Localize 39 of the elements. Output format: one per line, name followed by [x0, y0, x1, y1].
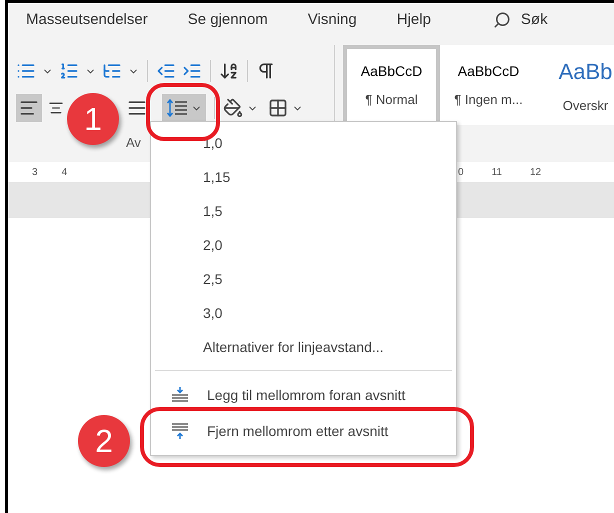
line-spacing-icon: [166, 99, 188, 117]
search-icon[interactable]: [492, 11, 511, 29]
ribbon-tab[interactable]: Masseutsendelser: [26, 8, 148, 32]
style-gallery-item[interactable]: AaBbCcD ¶ Ingen m...: [440, 45, 537, 125]
borders-icon[interactable]: [268, 98, 288, 118]
menu-item[interactable]: Alternativer for linjeavstand...: [151, 330, 456, 364]
menu-item[interactable]: 3,0: [151, 296, 456, 330]
numbered-list-icon[interactable]: [59, 61, 79, 81]
shading-icon[interactable]: [223, 98, 243, 118]
ribbon-tab[interactable]: Se gjennom: [188, 8, 268, 32]
menu-item[interactable]: 2,5: [151, 262, 456, 296]
style-name: ¶ Normal: [365, 90, 418, 109]
line-spacing-button[interactable]: [162, 94, 206, 122]
space-before-icon: [171, 387, 189, 403]
align-icon: [48, 100, 64, 116]
style-name: ¶ Ingen m...: [454, 90, 523, 109]
style-preview: AaBbCcD: [458, 62, 520, 81]
sort-icon[interactable]: [219, 61, 239, 81]
space-after-icon: [171, 423, 189, 439]
step-number-badge: 2: [78, 415, 130, 467]
menu-item[interactable]: Legg til mellomrom foran avsnitt: [151, 377, 456, 413]
ruler-number: 4: [62, 166, 68, 180]
ruler-number: 11: [492, 166, 502, 180]
ribbon-tab[interactable]: Hjelp: [396, 8, 431, 32]
ruler-number: 0: [458, 166, 464, 180]
search-button[interactable]: Søk: [520, 8, 548, 32]
menu-item[interactable]: 1,5: [151, 194, 456, 228]
ruler-number: 3: [32, 166, 38, 180]
style-preview: AaBb: [558, 58, 612, 86]
menu-item[interactable]: 1,15: [151, 160, 456, 194]
menu-item[interactable]: 2,0: [151, 228, 456, 262]
ruler-number: 12: [530, 166, 542, 180]
style-name: Overskr: [562, 96, 608, 115]
style-gallery-item[interactable]: AaBb Overskr: [537, 45, 614, 125]
ribbon-tab[interactable]: Visning: [308, 8, 357, 32]
menu-item[interactable]: Fjern mellomrom etter avsnitt: [151, 413, 456, 449]
align-button[interactable]: [16, 94, 42, 122]
group-label: Av: [126, 134, 141, 152]
style-preview: AaBbCcD: [360, 62, 422, 81]
